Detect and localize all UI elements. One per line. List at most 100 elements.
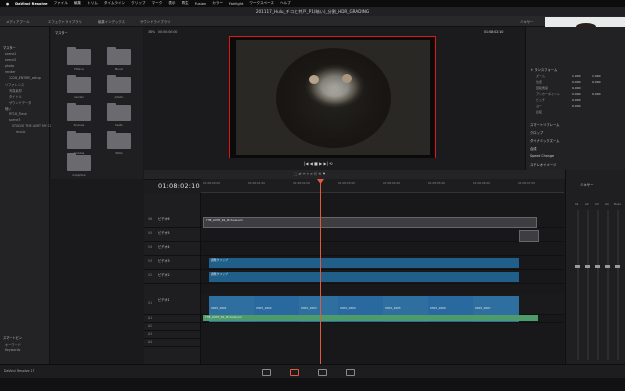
folder-icon[interactable] <box>107 103 131 121</box>
deliver-page-icon[interactable] <box>346 369 355 376</box>
fader-handle[interactable] <box>605 265 610 268</box>
inspector-section[interactable]: ダイナミックズーム <box>530 138 559 143</box>
menu-trim[interactable]: トリム <box>87 1 98 6</box>
fader-handle[interactable] <box>585 265 590 268</box>
inspector-section[interactable]: クロップ <box>530 130 543 135</box>
track-header-v5[interactable]: V5 ビデオ5 <box>144 227 201 242</box>
field-value-x[interactable]: 0.000 <box>572 104 581 108</box>
sidebar-item[interactable]: scene3 <box>9 118 20 122</box>
program-viewer[interactable] <box>229 36 436 160</box>
field-value-x[interactable]: 0.000 <box>572 86 581 90</box>
track-header-v4[interactable]: V4 ビデオ4 <box>144 241 201 256</box>
folder-icon[interactable] <box>67 131 91 149</box>
transform-section-header[interactable]: ト ランスフォーム <box>530 67 557 72</box>
media-pool-button[interactable]: メディアプール <box>6 19 30 24</box>
sidebar-item[interactable]: 写真素材 <box>9 88 22 93</box>
adjustment-clip[interactable]: 調整クリップ <box>209 272 519 282</box>
sidebar-item[interactable]: 1228_ENTIRE_setup <box>9 76 41 80</box>
sidebar-item[interactable]: render <box>5 70 16 74</box>
menu-playback[interactable]: 再生 <box>182 1 189 6</box>
media-page-icon[interactable] <box>262 369 271 376</box>
folder-icon[interactable] <box>67 103 91 121</box>
timeline-timecode[interactable]: 01:08:02:10 <box>158 182 200 190</box>
inspector-section[interactable]: 合成 <box>530 146 537 151</box>
field-value-y[interactable]: 1.000 <box>592 74 601 78</box>
sidebar-item[interactable]: music <box>16 130 25 134</box>
folder-icon[interactable] <box>107 131 131 149</box>
sidebar-item[interactable]: タイトル <box>9 94 22 99</box>
inspector-section[interactable]: ステレオイメージ <box>530 162 556 167</box>
smart-bin-item[interactable]: キーワード <box>5 342 21 347</box>
edit-tools[interactable]: ⬚ ⇄ ✂ ⌖ ∞ ⎘ ⟲ ⚑ <box>294 172 326 176</box>
menu-help[interactable]: ヘルプ <box>280 1 291 6</box>
menu-fusion[interactable]: Fusion <box>195 2 207 6</box>
timeline-ruler[interactable]: 01:08:00:00 01:08:01:00 01:08:02:00 01:0… <box>201 179 564 193</box>
sidebar-item[interactable]: photo <box>5 64 14 68</box>
mixer-channel-label: Bus1 <box>614 202 621 206</box>
sidebar-master-header[interactable]: マスター <box>3 45 16 50</box>
menu-fairlight[interactable]: Fairlight <box>229 2 243 6</box>
folder-icon[interactable] <box>107 47 131 65</box>
effects-library-button[interactable]: エフェクトライブラリ <box>48 19 82 24</box>
folder-icon[interactable] <box>67 75 91 93</box>
transport-buttons[interactable]: |◀ ◀ ■ ▶ ▶| ⟲ <box>304 161 333 166</box>
track-header-v3[interactable]: V3 ビデオ3 <box>144 255 201 270</box>
menu-timeline[interactable]: タイムライン <box>104 1 125 6</box>
window-title: 201117_Hulu_チコと井戸_P1(暗い)_分割_HDR_GRADING <box>0 7 625 16</box>
smart-bins-header[interactable]: スマートビン <box>3 335 22 340</box>
smart-bin-item[interactable]: Keywords <box>5 348 20 352</box>
edit-page-icon[interactable] <box>290 369 299 376</box>
sidebar-item[interactable]: 暗い <box>5 106 11 111</box>
field-value-y[interactable]: 0.000 <box>592 80 601 84</box>
fader-handle[interactable] <box>615 265 620 268</box>
field-value-y[interactable]: 0.000 <box>592 92 601 96</box>
mixer-channel-label: A4 <box>605 202 609 206</box>
app-menu[interactable]: DaVinci Resolve <box>15 2 47 6</box>
edit-index-button[interactable]: 編集インデックス <box>98 19 125 24</box>
menu-view[interactable]: 表示 <box>168 1 175 6</box>
playhead[interactable] <box>320 179 321 364</box>
sidebar-item[interactable]: scene2 <box>5 58 16 62</box>
menu-clip[interactable]: クリップ <box>131 1 145 6</box>
menu-file[interactable]: ファイル <box>54 1 68 6</box>
folder-icon[interactable] <box>107 75 131 93</box>
track-header-v2[interactable]: V2 ビデオ2 <box>144 269 201 284</box>
inspector-section[interactable]: Speed Change <box>530 154 554 158</box>
adjustment-clip[interactable]: 調整クリップ <box>209 258 519 268</box>
sidebar-item[interactable]: RT18_Flash <box>9 112 27 116</box>
color-page-icon[interactable] <box>318 369 327 376</box>
mixer-button[interactable]: ミキサー <box>520 19 534 24</box>
folder-label: tests <box>115 123 123 127</box>
sidebar-item[interactable]: STUDIO THE LIMIT MY COOL <box>12 124 57 128</box>
menu-mark[interactable]: マーク <box>152 1 163 6</box>
sound-library-button[interactable]: サウンドライブラリ <box>140 19 171 24</box>
app-version: DaVinci Resolve 17 <box>4 369 35 373</box>
apple-icon[interactable]: ● <box>6 2 9 6</box>
fader-handle[interactable] <box>575 265 580 268</box>
audio-mixer: ミキサー A1 A2 A3 A4 Bus1 <box>565 170 625 364</box>
inspector-section[interactable]: スマートリフレーム <box>530 122 559 127</box>
mixer-header: ミキサー <box>580 183 594 187</box>
sidebar-item[interactable]: サウンドデータ <box>9 100 31 105</box>
mixer-channel-label: A1 <box>575 202 579 206</box>
field-value-x[interactable]: 0.000 <box>572 98 581 102</box>
folder-icon[interactable] <box>67 153 91 171</box>
track-header-v6[interactable]: V6 ビデオ6 <box>144 213 201 228</box>
sidebar-item[interactable]: リファレンス <box>5 82 24 87</box>
menu-workspace[interactable]: ワークスペース <box>249 1 274 6</box>
track-name: ビデオ6 <box>158 217 170 221</box>
field-value-x[interactable]: 1.000 <box>572 74 581 78</box>
field-value-x[interactable]: 0.000 <box>572 80 581 84</box>
viewer-zoom[interactable]: 38% <box>148 30 155 34</box>
sidebar-item[interactable]: scene1 <box>5 52 16 56</box>
menu-edit[interactable]: 編集 <box>74 1 81 6</box>
folder-label: render <box>74 95 84 99</box>
audio-clip[interactable]: THE_LIMIT_R1_PictureLock <box>203 315 538 321</box>
menu-color[interactable]: カラー <box>212 1 223 6</box>
field-label: ズーム <box>536 74 545 78</box>
field-value-x[interactable]: 0.000 <box>572 92 581 96</box>
fader-handle[interactable] <box>595 265 600 268</box>
track-header-a4[interactable]: A4 <box>144 338 201 347</box>
track-header-v1[interactable]: V1 ビデオ1 <box>144 294 201 315</box>
folder-icon[interactable] <box>67 47 91 65</box>
